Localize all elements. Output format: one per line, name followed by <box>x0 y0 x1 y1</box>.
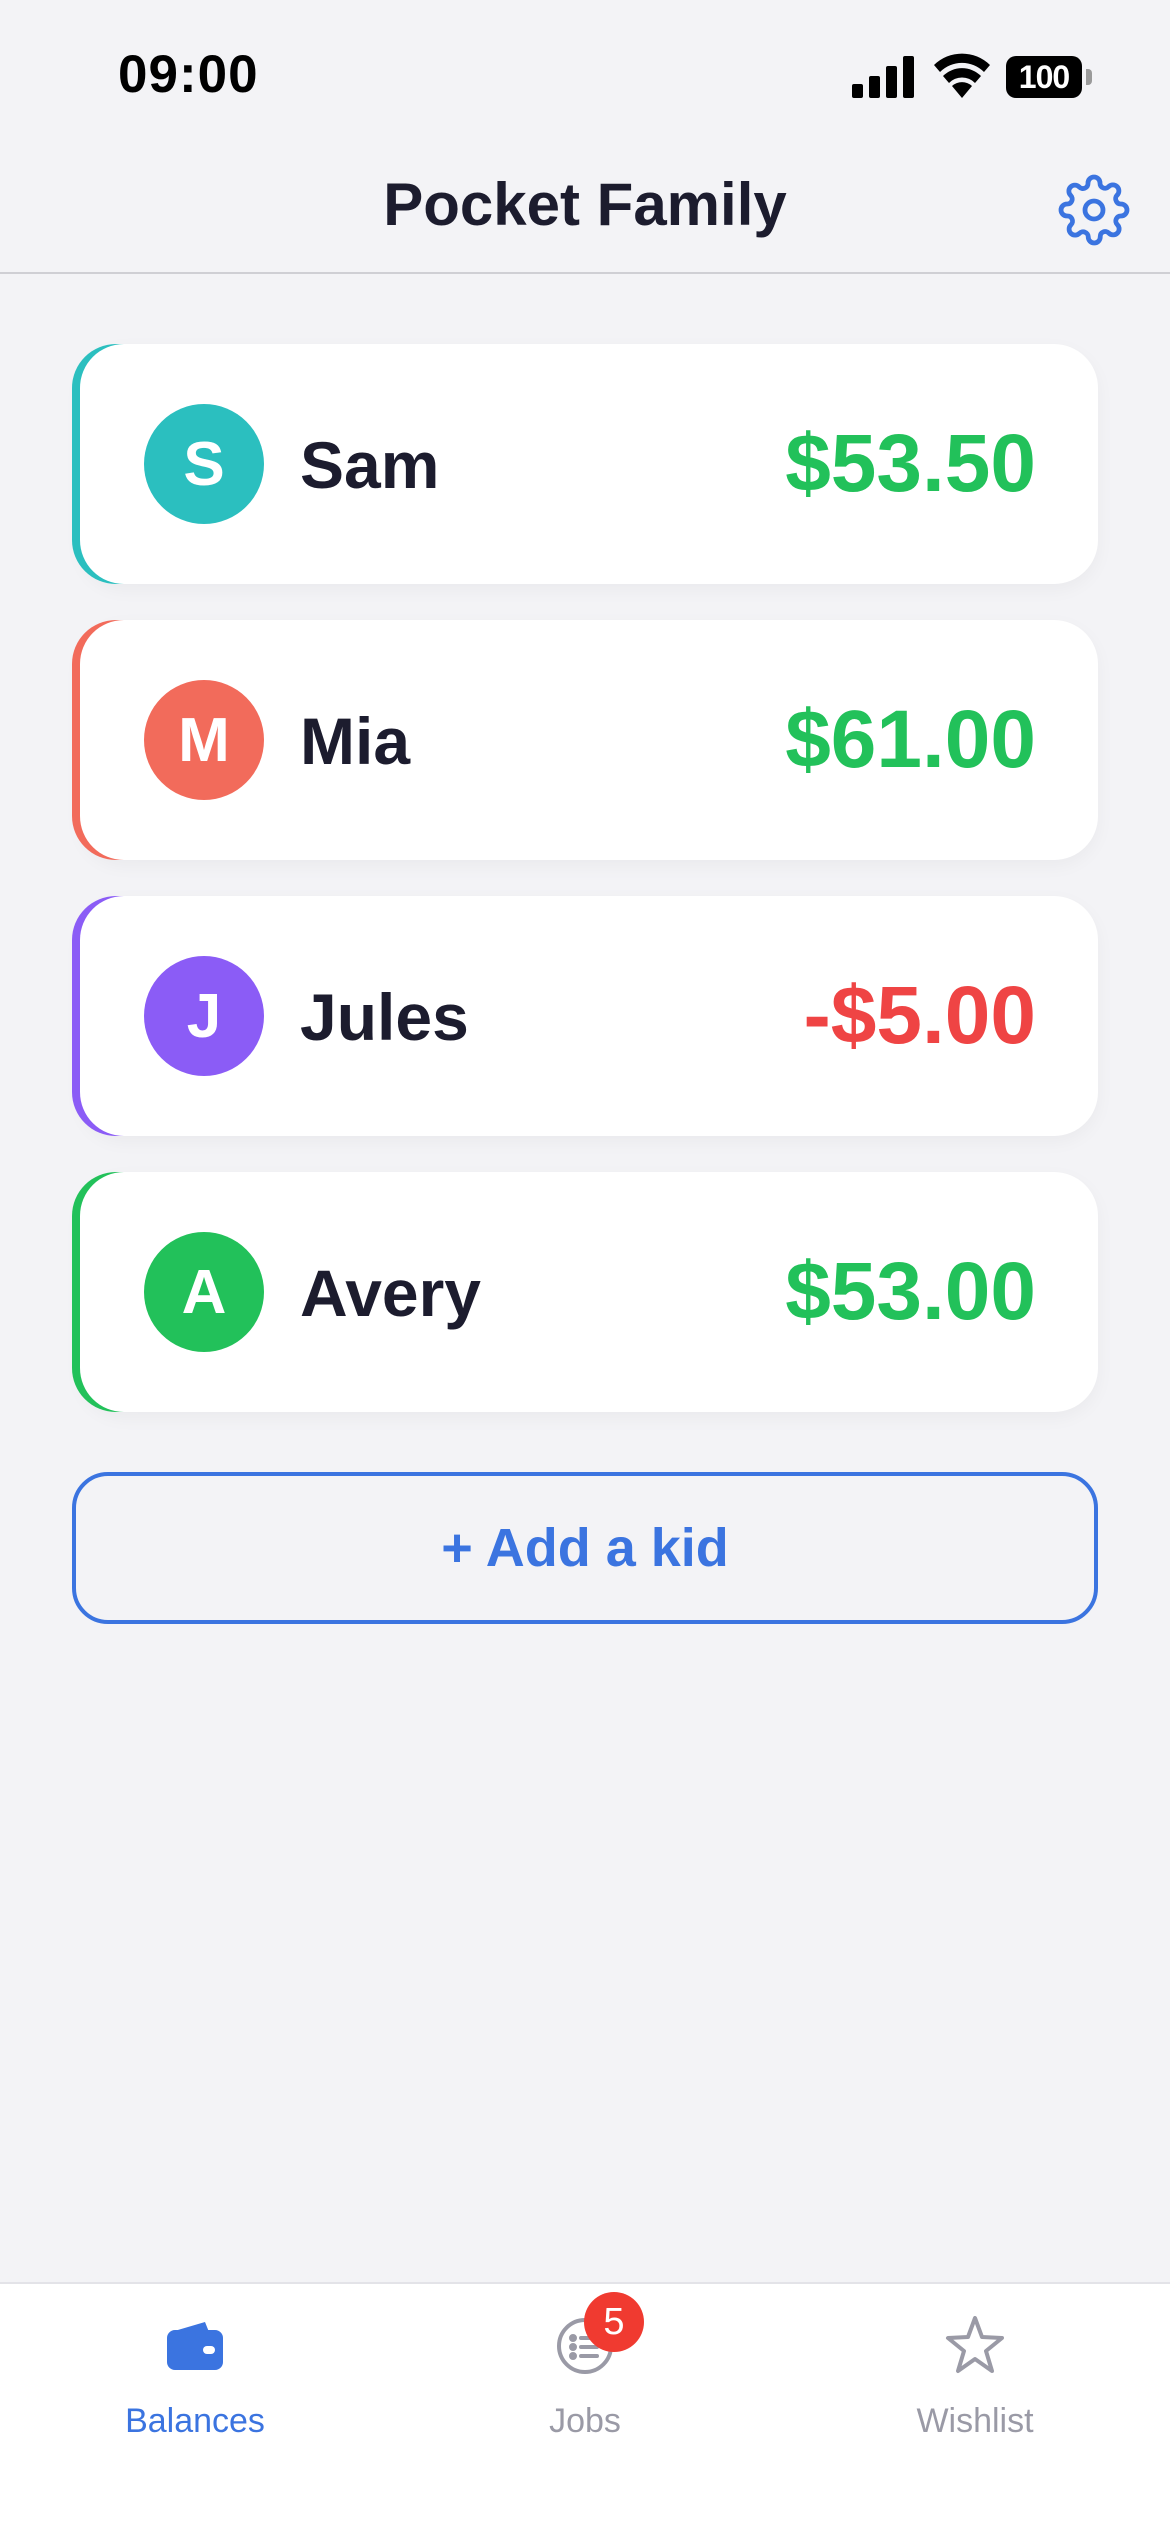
header: Pocket Family <box>0 150 1170 274</box>
avatar: S <box>144 404 264 524</box>
kid-balance: -$5.00 <box>803 970 1036 1061</box>
tab-bar: Balances 5 Jobs Wishlist <box>0 2282 1170 2532</box>
kid-balance: $61.00 <box>785 694 1036 785</box>
settings-button[interactable] <box>1058 174 1130 246</box>
jobs-badge: 5 <box>584 2292 644 2352</box>
cellular-signal-icon <box>852 56 914 98</box>
kid-card-avery[interactable]: A Avery $53.00 <box>80 1172 1098 1412</box>
kid-name: Mia <box>300 704 411 778</box>
kid-card-jules[interactable]: J Jules -$5.00 <box>80 896 1098 1136</box>
status-time: 09:00 <box>118 45 259 104</box>
status-bar: 09:00 100 <box>0 0 1170 150</box>
avatar: A <box>144 1232 264 1352</box>
battery-icon: 100 <box>1006 56 1092 98</box>
tab-label: Balances <box>125 2402 265 2440</box>
kid-name: Avery <box>300 1256 482 1330</box>
kid-balance: $53.00 <box>785 1246 1036 1337</box>
kid-card-sam[interactable]: S Sam $53.50 <box>80 344 1098 584</box>
kids-list: S Sam $53.50 M Mia $61.00 J Jules -$5.00… <box>72 344 1098 1448</box>
tab-wishlist[interactable]: Wishlist <box>780 2284 1170 2454</box>
battery-level: 100 <box>1018 58 1070 95</box>
page-title: Pocket Family <box>383 171 787 238</box>
tab-jobs[interactable]: 5 Jobs <box>390 2284 780 2454</box>
gear-icon <box>1058 174 1130 246</box>
avatar: J <box>144 956 264 1076</box>
wifi-icon <box>934 53 990 98</box>
kid-name: Sam <box>300 428 440 502</box>
tab-label: Jobs <box>549 2402 621 2440</box>
star-icon <box>946 2316 1004 2373</box>
screen: 09:00 100 Pocket Family S Sam $53.50 M M… <box>0 0 1170 2532</box>
kid-name: Jules <box>300 980 469 1054</box>
tab-label: Wishlist <box>916 2402 1034 2440</box>
add-kid-button[interactable]: + Add a kid <box>72 1472 1098 1624</box>
tab-balances[interactable]: Balances <box>0 2284 390 2454</box>
kid-balance: $53.50 <box>785 418 1036 509</box>
avatar: M <box>144 680 264 800</box>
wallet-icon <box>167 2322 223 2370</box>
kid-card-mia[interactable]: M Mia $61.00 <box>80 620 1098 860</box>
